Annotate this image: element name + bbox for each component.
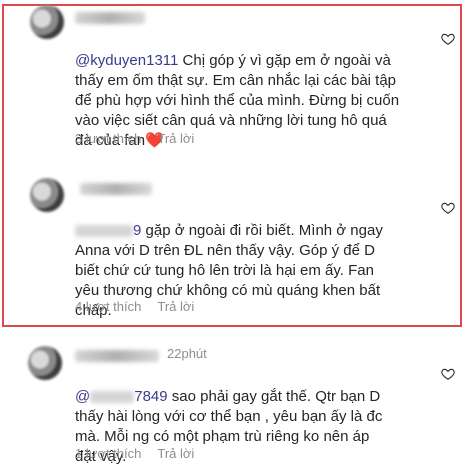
reply-button[interactable]: Trả lời (157, 446, 194, 461)
heart-outline-icon[interactable] (441, 367, 455, 381)
blurred-mention (90, 391, 135, 404)
likes-count[interactable]: 1 lượt thích (75, 446, 141, 461)
likes-count[interactable]: 4 lượt thích (75, 299, 141, 314)
timestamp: 22phút (167, 346, 207, 361)
blurred-username (75, 12, 145, 24)
avatar[interactable] (28, 346, 62, 380)
avatar[interactable] (30, 5, 64, 39)
mention-link[interactable]: @kyduyen1311 (75, 52, 178, 69)
reply-button[interactable]: Trả lời (157, 131, 194, 146)
heart-outline-icon[interactable] (441, 201, 455, 215)
blurred-mention (75, 225, 133, 238)
likes-count[interactable]: 3 lượt thích (75, 131, 141, 146)
avatar[interactable] (30, 178, 64, 212)
comment-meta: 4 lượt thích Trả lời (75, 299, 194, 314)
mention-link[interactable]: @7849 (75, 388, 168, 405)
heart-outline-icon[interactable] (441, 32, 455, 46)
blurred-username (75, 350, 159, 362)
blurred-username (80, 183, 152, 195)
mention-link[interactable]: 9 (75, 222, 141, 239)
comment-meta: 3 lượt thích Trả lời (75, 131, 194, 146)
comment-meta: 1 lượt thích Trả lời (75, 446, 194, 461)
reply-button[interactable]: Trả lời (157, 299, 194, 314)
